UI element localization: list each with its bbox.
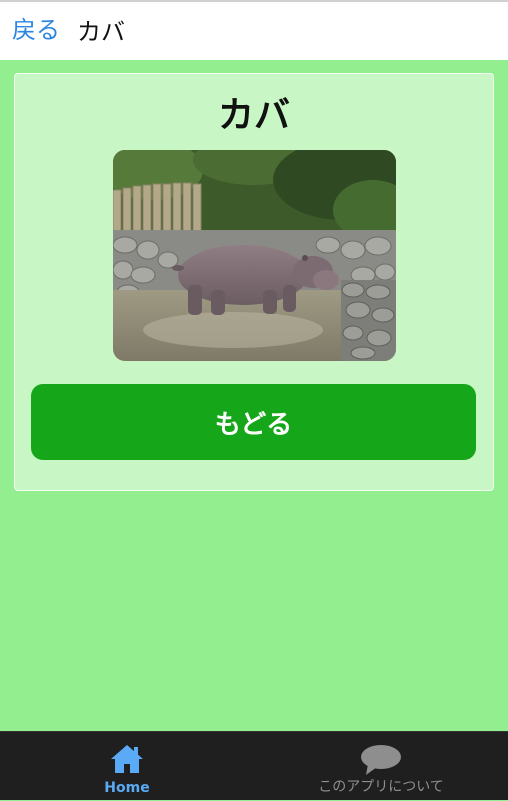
tab-about-label: このアプリについて: [318, 779, 444, 795]
tab-about-app[interactable]: このアプリについて: [254, 732, 508, 801]
back-link[interactable]: 戻る: [12, 10, 60, 45]
animal-card: カバ もどる: [14, 73, 494, 491]
animal-name: カバ: [217, 95, 290, 136]
back-button[interactable]: もどる: [31, 384, 476, 460]
hippo-image: [113, 150, 396, 361]
home-icon: [109, 744, 145, 778]
navigation-bar: 戻る カバ: [0, 0, 508, 60]
speech-bubble-icon: [360, 744, 402, 780]
main-content: カバ もどる: [0, 60, 508, 731]
tab-home[interactable]: Home: [0, 732, 254, 801]
tab-home-label: Home: [104, 780, 150, 796]
hippo-photo: [113, 150, 396, 361]
page-title: カバ: [77, 18, 125, 46]
tab-bar: Home このアプリについて: [0, 731, 508, 800]
